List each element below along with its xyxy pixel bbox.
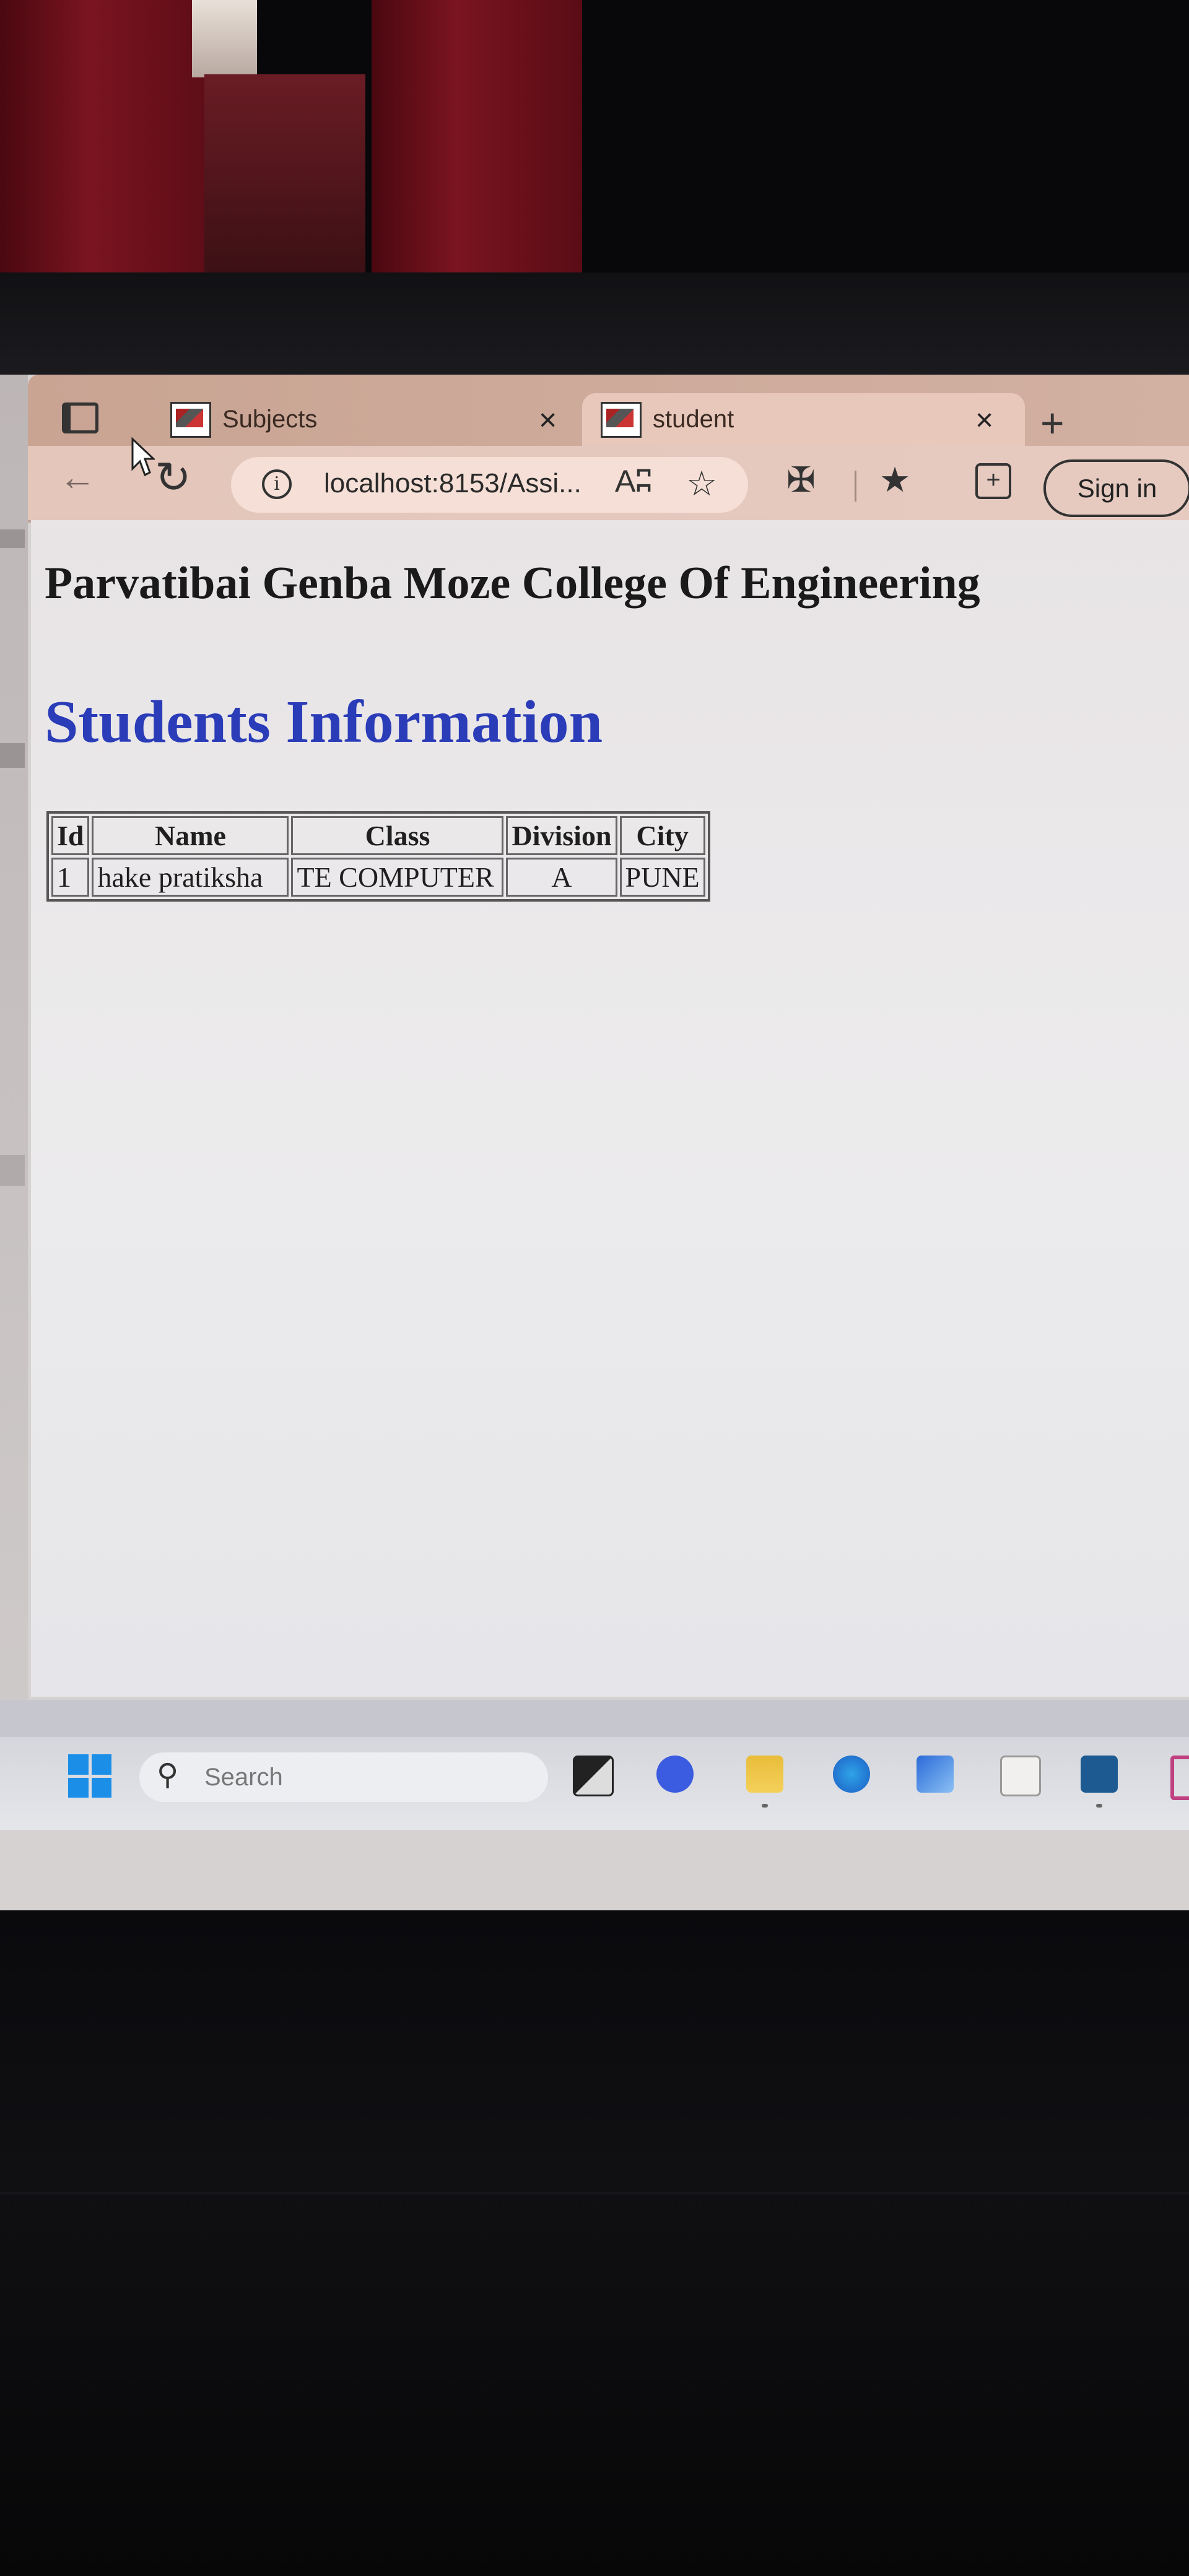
toolbar-divider [855,471,856,502]
page-content: Parvatibai Genba Moze College Of Enginee… [31,520,1189,1697]
collections-icon[interactable]: + [975,463,1011,499]
tab-subjects[interactable]: Subjects × [170,393,573,446]
start-tile [91,1777,111,1798]
college-name: Parvatibai Genba Moze College Of Enginee… [45,558,980,609]
favorites-icon[interactable]: ★ [879,459,910,500]
browser-tab-bar: Subjects × student × + [28,375,1189,446]
start-tile [68,1754,89,1775]
add-favorite-icon[interactable]: ☆ [686,463,717,504]
reload-icon[interactable]: ↻ [155,452,191,503]
mouse-cursor-icon [131,437,155,477]
site-info-icon[interactable]: i [262,469,292,499]
back-icon[interactable]: ← [59,456,96,498]
keyboard-edge [0,2192,1189,2195]
taskbar: ⚲ Search [0,1737,1189,1830]
edge-browser-icon[interactable] [833,1756,870,1793]
laptop-bezel-bottom [0,1910,1189,2576]
column-header: City [619,816,705,855]
url-text[interactable]: localhost:8153/Assi... [324,468,581,499]
table-cell: 1 [51,858,90,897]
table-row: 1 hake pratiksha TE COMPUTER A PUNE [51,858,705,897]
window-edge-chip [0,1155,25,1186]
start-tile [68,1777,89,1798]
taskbar-search-box[interactable]: ⚲ Search [139,1752,548,1802]
search-icon: ⚲ [157,1759,179,1791]
tab-close-icon[interactable]: × [975,402,993,438]
netbeans-icon[interactable] [917,1756,954,1793]
extensions-icon[interactable]: ✠ [786,459,816,500]
tab-actions-box [62,402,98,433]
java-icon[interactable] [1000,1756,1041,1796]
address-bar[interactable]: i localhost:8153/Assi... Aʭ ☆ [231,457,748,513]
start-windows-icon[interactable] [68,1754,111,1798]
chat-icon[interactable] [656,1756,694,1793]
browser-toolbar: ← ↻ i localhost:8153/Assi... Aʭ ☆ ✠ ★ + … [28,437,1189,523]
page-favicon-icon [601,401,642,438]
table-cell: A [506,858,617,897]
table-cell: PUNE [619,858,705,897]
background-window-edge [0,375,28,1737]
curtain-right [372,0,582,279]
column-header: Id [51,816,90,855]
page-title: Students Information [45,689,603,755]
search-placeholder: Search [204,1764,283,1791]
tab-label: Subjects [222,406,318,433]
read-aloud-icon[interactable]: Aʭ [615,463,652,499]
table-cell: TE COMPUTER [291,858,504,897]
file-explorer-icon[interactable] [746,1756,783,1793]
running-indicator [1096,1804,1102,1808]
curtain-left [0,0,223,279]
start-tile [91,1754,111,1775]
laptop-screen: Subjects × student × + ← ↻ i localhost:8… [0,375,1189,1910]
table-cell: hake pratiksha [92,858,289,897]
column-header: Name [92,816,289,855]
window-light [192,0,257,77]
column-header: Class [291,816,504,855]
column-header: Division [506,816,617,855]
page-favicon-icon [170,401,211,438]
laptop-bezel-top [0,272,1189,384]
desktop-background [0,1700,1189,1737]
app-icon[interactable] [1170,1756,1189,1800]
mysql-workbench-icon[interactable] [1081,1756,1118,1793]
tab-close-icon[interactable]: × [539,402,557,438]
window-frame [204,74,365,279]
tab-actions-menu-icon[interactable] [62,402,99,440]
sign-in-button[interactable]: Sign in [1043,459,1189,517]
running-indicator [762,1804,768,1808]
table-header-row: Id Name Class Division City [51,816,705,855]
tab-label: student [653,406,734,433]
task-view-icon[interactable] [573,1756,614,1796]
window-edge-chip [0,743,25,768]
students-table: Id Name Class Division City 1 hake prati… [46,811,710,902]
window-edge-chip [0,529,25,548]
tab-student[interactable]: student × [582,393,1025,446]
new-tab-icon[interactable]: + [1040,399,1065,446]
room-background [0,0,1189,285]
